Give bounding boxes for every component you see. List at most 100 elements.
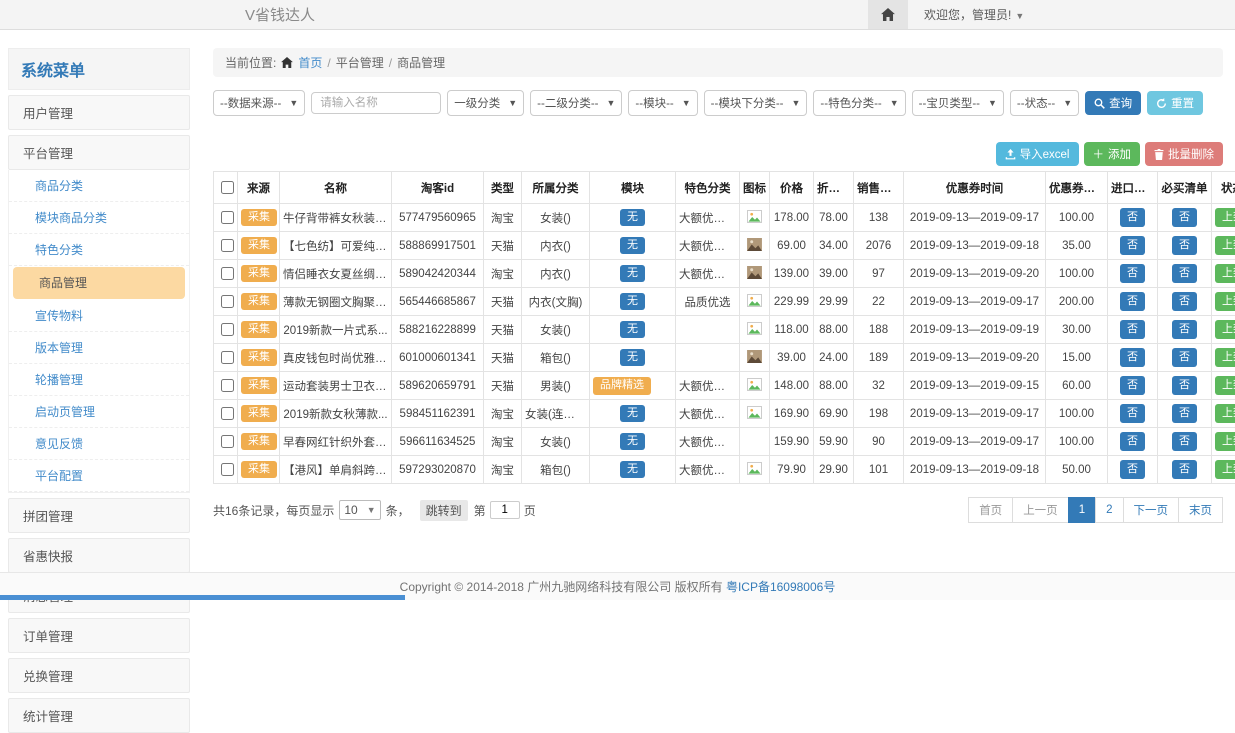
- product-thumbnail-icon: [747, 266, 762, 279]
- import-pick-toggle[interactable]: 否: [1120, 292, 1145, 310]
- sidebar-item-统计管理[interactable]: 统计管理: [8, 698, 190, 733]
- source-badge: 采集: [241, 377, 277, 394]
- import-pick-toggle[interactable]: 否: [1120, 404, 1145, 422]
- import-pick-toggle[interactable]: 否: [1120, 460, 1145, 478]
- column-header-名称: 名称: [280, 172, 392, 204]
- module-subcategory-select[interactable]: --模块下分类--▼: [704, 90, 808, 116]
- import-pick-toggle[interactable]: 否: [1120, 432, 1145, 450]
- icp-link[interactable]: 粤ICP备16098006号: [726, 578, 835, 595]
- sidebar-item-用户管理[interactable]: 用户管理: [8, 95, 190, 130]
- import-pick-toggle[interactable]: 否: [1120, 264, 1145, 282]
- import-pick-toggle[interactable]: 否: [1120, 320, 1145, 338]
- status-select[interactable]: --状态--▼: [1010, 90, 1079, 116]
- status-toggle[interactable]: 上架: [1215, 320, 1235, 338]
- status-toggle[interactable]: 上架: [1215, 432, 1235, 450]
- product-thumbnail-icon: [747, 238, 762, 251]
- sidebar-item-拼团管理[interactable]: 拼团管理: [8, 498, 190, 533]
- status-toggle[interactable]: 上架: [1215, 208, 1235, 226]
- status-toggle[interactable]: 上架: [1215, 236, 1235, 254]
- level1-category-select[interactable]: 一级分类▼: [447, 90, 524, 116]
- status-toggle[interactable]: 上架: [1215, 376, 1235, 394]
- page-button-1[interactable]: 1: [1068, 497, 1096, 523]
- sidebar-subitem-平台配置[interactable]: 平台配置: [9, 460, 189, 492]
- item-type-select[interactable]: --宝贝类型--▼: [912, 90, 1004, 116]
- import-excel-button[interactable]: 导入excel: [996, 142, 1079, 166]
- data-source-select[interactable]: --数据来源--▼: [213, 90, 305, 116]
- home-icon: [281, 57, 293, 68]
- must-buy-toggle[interactable]: 否: [1172, 376, 1197, 394]
- must-buy-toggle[interactable]: 否: [1172, 208, 1197, 226]
- status-toggle[interactable]: 上架: [1215, 460, 1235, 478]
- user-menu[interactable]: 欢迎您，管理员!▼: [908, 6, 1024, 23]
- batch-delete-button[interactable]: 批量删除: [1145, 142, 1223, 166]
- must-buy-toggle[interactable]: 否: [1172, 320, 1197, 338]
- sidebar-subitem-模块商品分类[interactable]: 模块商品分类: [9, 202, 189, 234]
- reset-button[interactable]: 重置: [1147, 91, 1203, 115]
- page-number-input[interactable]: [490, 501, 520, 519]
- breadcrumb-home-link[interactable]: 首页: [298, 54, 322, 71]
- sidebar-item-兑换管理[interactable]: 兑换管理: [8, 658, 190, 693]
- row-checkbox[interactable]: [221, 295, 234, 308]
- must-buy-toggle[interactable]: 否: [1172, 460, 1197, 478]
- sidebar-subitem-特色分类[interactable]: 特色分类: [9, 234, 189, 266]
- price-cell: 159.90: [770, 428, 814, 456]
- row-checkbox[interactable]: [221, 379, 234, 392]
- must-buy-toggle[interactable]: 否: [1172, 236, 1197, 254]
- must-buy-toggle[interactable]: 否: [1172, 432, 1197, 450]
- sidebar-subitem-商品管理[interactable]: 商品管理: [13, 267, 185, 299]
- import-pick-toggle[interactable]: 否: [1120, 348, 1145, 366]
- import-pick-toggle[interactable]: 否: [1120, 236, 1145, 254]
- name-search-input[interactable]: [311, 92, 441, 114]
- query-button[interactable]: 查询: [1085, 91, 1141, 115]
- coupon-amount-cell: 200.00: [1046, 288, 1108, 316]
- page-button-下一页[interactable]: 下一页: [1123, 497, 1180, 523]
- must-buy-toggle[interactable]: 否: [1172, 348, 1197, 366]
- select-all-checkbox[interactable]: [221, 181, 234, 194]
- status-toggle[interactable]: 上架: [1215, 264, 1235, 282]
- import-pick-toggle[interactable]: 否: [1120, 376, 1145, 394]
- must-buy-toggle[interactable]: 否: [1172, 292, 1197, 310]
- breadcrumb-item-goods[interactable]: 商品管理: [397, 54, 445, 71]
- page-button-2[interactable]: 2: [1095, 497, 1123, 523]
- horizontal-scrollbar-thumb[interactable]: [0, 595, 405, 600]
- row-checkbox[interactable]: [221, 351, 234, 364]
- feature-category-select[interactable]: --特色分类--▼: [813, 90, 905, 116]
- status-toggle[interactable]: 上架: [1215, 348, 1235, 366]
- status-toggle[interactable]: 上架: [1215, 404, 1235, 422]
- must-buy-toggle[interactable]: 否: [1172, 404, 1197, 422]
- sidebar-subitem-版本管理[interactable]: 版本管理: [9, 332, 189, 364]
- coupon-time-cell: 2019-09-13—2019-09-17: [904, 428, 1046, 456]
- row-checkbox[interactable]: [221, 435, 234, 448]
- module-cell: 无: [590, 316, 676, 344]
- sidebar-subitem-轮播管理[interactable]: 轮播管理: [9, 364, 189, 396]
- row-checkbox[interactable]: [221, 267, 234, 280]
- row-checkbox[interactable]: [221, 239, 234, 252]
- sidebar-subitem-宣传物料[interactable]: 宣传物料: [9, 300, 189, 332]
- page-button-末页[interactable]: 末页: [1178, 497, 1223, 523]
- per-page-select[interactable]: 10▼: [339, 500, 380, 520]
- row-checkbox[interactable]: [221, 323, 234, 336]
- sidebar-subitem-意见反馈[interactable]: 意见反馈: [9, 428, 189, 460]
- sidebar-subitem-商品分类[interactable]: 商品分类: [9, 170, 189, 202]
- page-button-上一页[interactable]: 上一页: [1012, 497, 1069, 523]
- level2-category-select[interactable]: --二级分类--▼: [530, 90, 622, 116]
- page-button-首页[interactable]: 首页: [968, 497, 1013, 523]
- row-checkbox[interactable]: [221, 407, 234, 420]
- price-cell: 79.90: [770, 456, 814, 484]
- row-checkbox[interactable]: [221, 211, 234, 224]
- row-checkbox[interactable]: [221, 463, 234, 476]
- must-buy-toggle[interactable]: 否: [1172, 264, 1197, 282]
- chevron-down-icon: ▼: [607, 98, 616, 108]
- add-button[interactable]: ＋ 添加: [1084, 142, 1141, 166]
- sidebar-item-平台管理[interactable]: 平台管理: [8, 135, 190, 170]
- jump-to-button[interactable]: 跳转到: [420, 500, 468, 521]
- module-cell: 无: [590, 204, 676, 232]
- import-pick-toggle[interactable]: 否: [1120, 208, 1145, 226]
- home-button[interactable]: [868, 0, 908, 29]
- module-select[interactable]: --模块--▼: [628, 90, 697, 116]
- sidebar-item-省惠快报[interactable]: 省惠快报: [8, 538, 190, 573]
- sidebar-subitem-启动页管理[interactable]: 启动页管理: [9, 396, 189, 428]
- breadcrumb-item-platform[interactable]: 平台管理: [336, 54, 384, 71]
- status-toggle[interactable]: 上架: [1215, 292, 1235, 310]
- sidebar-item-订单管理[interactable]: 订单管理: [8, 618, 190, 653]
